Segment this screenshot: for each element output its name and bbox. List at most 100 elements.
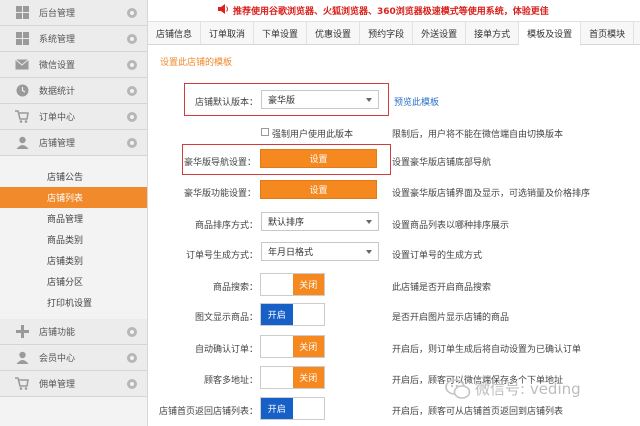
tab-delivery-settings[interactable]: 外送设置: [413, 22, 467, 44]
auto-confirm-toggle[interactable]: 关闭: [260, 335, 325, 358]
sidebar-group-label: 系统管理: [39, 35, 76, 45]
nav-setting-desc: 设置豪华版店铺底部导航: [392, 158, 492, 168]
order-format-select[interactable]: 年月日格式: [261, 242, 379, 261]
order-format-label: 订单号生成方式：: [185, 251, 258, 261]
mail-icon: [14, 57, 30, 73]
sidebar-group-label: 佣单管理: [39, 380, 76, 390]
tab-order-settings[interactable]: 下单设置: [254, 22, 308, 44]
chevron-down-icon: [366, 220, 372, 224]
toggle-state: 关闭: [292, 336, 324, 357]
sidebar-group-store[interactable]: 店铺管理: [0, 130, 147, 156]
user-icon: [14, 135, 30, 151]
toggle-blank: [292, 398, 324, 419]
expand-circle-icon[interactable]: [127, 138, 137, 148]
tab-store-info[interactable]: 店铺信息: [148, 22, 202, 44]
sidebar-group-system[interactable]: 系统管理: [0, 26, 147, 52]
return-list-toggle[interactable]: 开启: [260, 397, 325, 420]
toggle-state: 关闭: [292, 367, 324, 388]
expand-circle-icon[interactable]: [127, 8, 137, 18]
browser-notice: 推荐使用谷歌浏览器、火狐浏览器、360浏览器极速模式等使用系统，体验更佳: [148, 0, 640, 20]
select-value: 年月日格式: [268, 248, 314, 258]
default-version-select[interactable]: 豪华版: [261, 90, 379, 109]
settings-tabs: 店铺信息 订单取消 下单设置 优惠设置 预约字段 外送设置 接单方式 模板及设置…: [148, 21, 640, 46]
tab-homepage-modules[interactable]: 首页模块: [581, 22, 635, 44]
tab-reservation-fields[interactable]: 预约字段: [360, 22, 414, 44]
product-search-desc: 此店铺是否开启商品搜索: [392, 283, 492, 293]
toggle-state: 开启: [261, 398, 293, 419]
sidebar-group-stats[interactable]: 数据统计: [0, 78, 147, 104]
sidebar-group-members[interactable]: 会员中心: [0, 345, 147, 371]
preview-template-link[interactable]: 预览此模板: [394, 95, 439, 108]
toggle-blank: [292, 304, 324, 325]
sidebar-group-label: 后台管理: [39, 9, 76, 19]
sidebar-group-label: 会员中心: [39, 354, 76, 364]
wechat-icon: [445, 378, 471, 399]
product-search-toggle[interactable]: 关闭: [260, 273, 325, 296]
sort-mode-desc: 设置商品列表以哪种排序展示: [392, 221, 510, 231]
expand-circle-icon[interactable]: [127, 34, 137, 44]
select-value: 默认排序: [268, 218, 305, 228]
expand-circle-icon[interactable]: [127, 327, 137, 337]
sidebar-group-label: 订单中心: [39, 113, 76, 123]
plus-icon: [14, 324, 30, 340]
image-display-desc: 是否开启图片显示店铺的商品: [392, 313, 510, 323]
expand-circle-icon[interactable]: [127, 86, 137, 96]
template-settings-panel: 设置此店铺的模板 店铺默认版本： 豪华版 预览此模板 强制用户使用此版本 限制后…: [148, 46, 640, 426]
sidebar-group-store-functions[interactable]: 店铺功能: [0, 319, 147, 345]
return-list-desc: 开启后，顾客可从店铺首页返回到店铺列表: [392, 407, 564, 417]
return-list-label: 店铺首页返回店铺列表：: [158, 407, 258, 417]
default-version-label: 店铺默认版本：: [194, 98, 258, 108]
nav-setting-button[interactable]: 设置: [260, 149, 377, 168]
user-icon: [14, 350, 30, 366]
force-version-checkbox[interactable]: [261, 128, 269, 136]
func-setting-label: 豪华版功能设置：: [183, 189, 256, 199]
select-value: 豪华版: [268, 96, 296, 106]
sidebar-item-store-zones[interactable]: 店铺分区: [0, 271, 147, 292]
watermark: 微信号: veding: [445, 378, 581, 399]
sort-mode-label: 商品排序方式：: [194, 221, 258, 231]
sidebar-group-orders[interactable]: 订单中心: [0, 104, 147, 130]
force-version-desc: 限制后，用户将不能在微信端自由切换版本: [392, 130, 564, 140]
watermark-text: 微信号: veding: [475, 380, 581, 398]
sidebar-item-store-list[interactable]: 店铺列表: [0, 187, 147, 208]
sidebar: 后台管理 系统管理 微信设置 数据统计 订单中心 店铺管理 店铺公告 店铺列表 …: [0, 0, 148, 426]
sidebar-group-backend[interactable]: 后台管理: [0, 0, 147, 26]
tab-order-cancel[interactable]: 订单取消: [201, 22, 255, 44]
expand-circle-icon[interactable]: [127, 353, 137, 363]
nav-setting-label: 豪华版导航设置：: [183, 158, 256, 168]
sidebar-item-store-categories[interactable]: 店铺类别: [0, 250, 147, 271]
func-setting-desc: 设置豪华版店铺界面及显示，可选销量及价格排序: [392, 189, 591, 199]
sidebar-item-notice[interactable]: 店铺公告: [0, 166, 147, 187]
toggle-blank: [261, 274, 293, 295]
chevron-down-icon: [366, 98, 372, 102]
sidebar-item-products[interactable]: 商品管理: [0, 208, 147, 229]
auto-confirm-desc: 开启后，则订单生成后将自动设置为已确认订单: [392, 345, 582, 355]
tab-template-settings[interactable]: 模板及设置: [519, 22, 582, 46]
section-title-link[interactable]: 设置此店铺的模板: [160, 55, 232, 68]
chevron-down-icon: [366, 250, 372, 254]
toggle-state: 开启: [261, 304, 293, 325]
tab-accept-mode[interactable]: 接单方式: [466, 22, 520, 44]
func-setting-button[interactable]: 设置: [260, 180, 377, 199]
notice-text: 推荐使用谷歌浏览器、火狐浏览器、360浏览器极速模式等使用系统，体验更佳: [233, 6, 549, 17]
sort-mode-select[interactable]: 默认排序: [261, 212, 379, 231]
expand-circle-icon[interactable]: [127, 379, 137, 389]
toggle-state: 关闭: [292, 274, 324, 295]
sidebar-group-label: 微信设置: [39, 61, 76, 71]
multi-address-toggle[interactable]: 关闭: [260, 366, 325, 389]
sidebar-group-label: 数据统计: [39, 87, 76, 97]
sidebar-group-label: 店铺管理: [39, 139, 76, 149]
expand-circle-icon[interactable]: [127, 112, 137, 122]
tab-discount-settings[interactable]: 优惠设置: [307, 22, 361, 44]
sidebar-group-commission[interactable]: 佣单管理: [0, 371, 147, 397]
sidebar-item-product-categories[interactable]: 商品类别: [0, 229, 147, 250]
sidebar-item-printer[interactable]: 打印机设置: [0, 292, 147, 313]
toggle-blank: [261, 336, 293, 357]
force-version-label: 强制用户使用此版本: [272, 130, 354, 140]
sidebar-group-wechat[interactable]: 微信设置: [0, 52, 147, 78]
image-display-label: 图文显示商品：: [194, 313, 258, 323]
expand-circle-icon[interactable]: [127, 60, 137, 70]
sidebar-group-label: 店铺功能: [39, 328, 76, 338]
image-display-toggle[interactable]: 开启: [260, 303, 325, 326]
